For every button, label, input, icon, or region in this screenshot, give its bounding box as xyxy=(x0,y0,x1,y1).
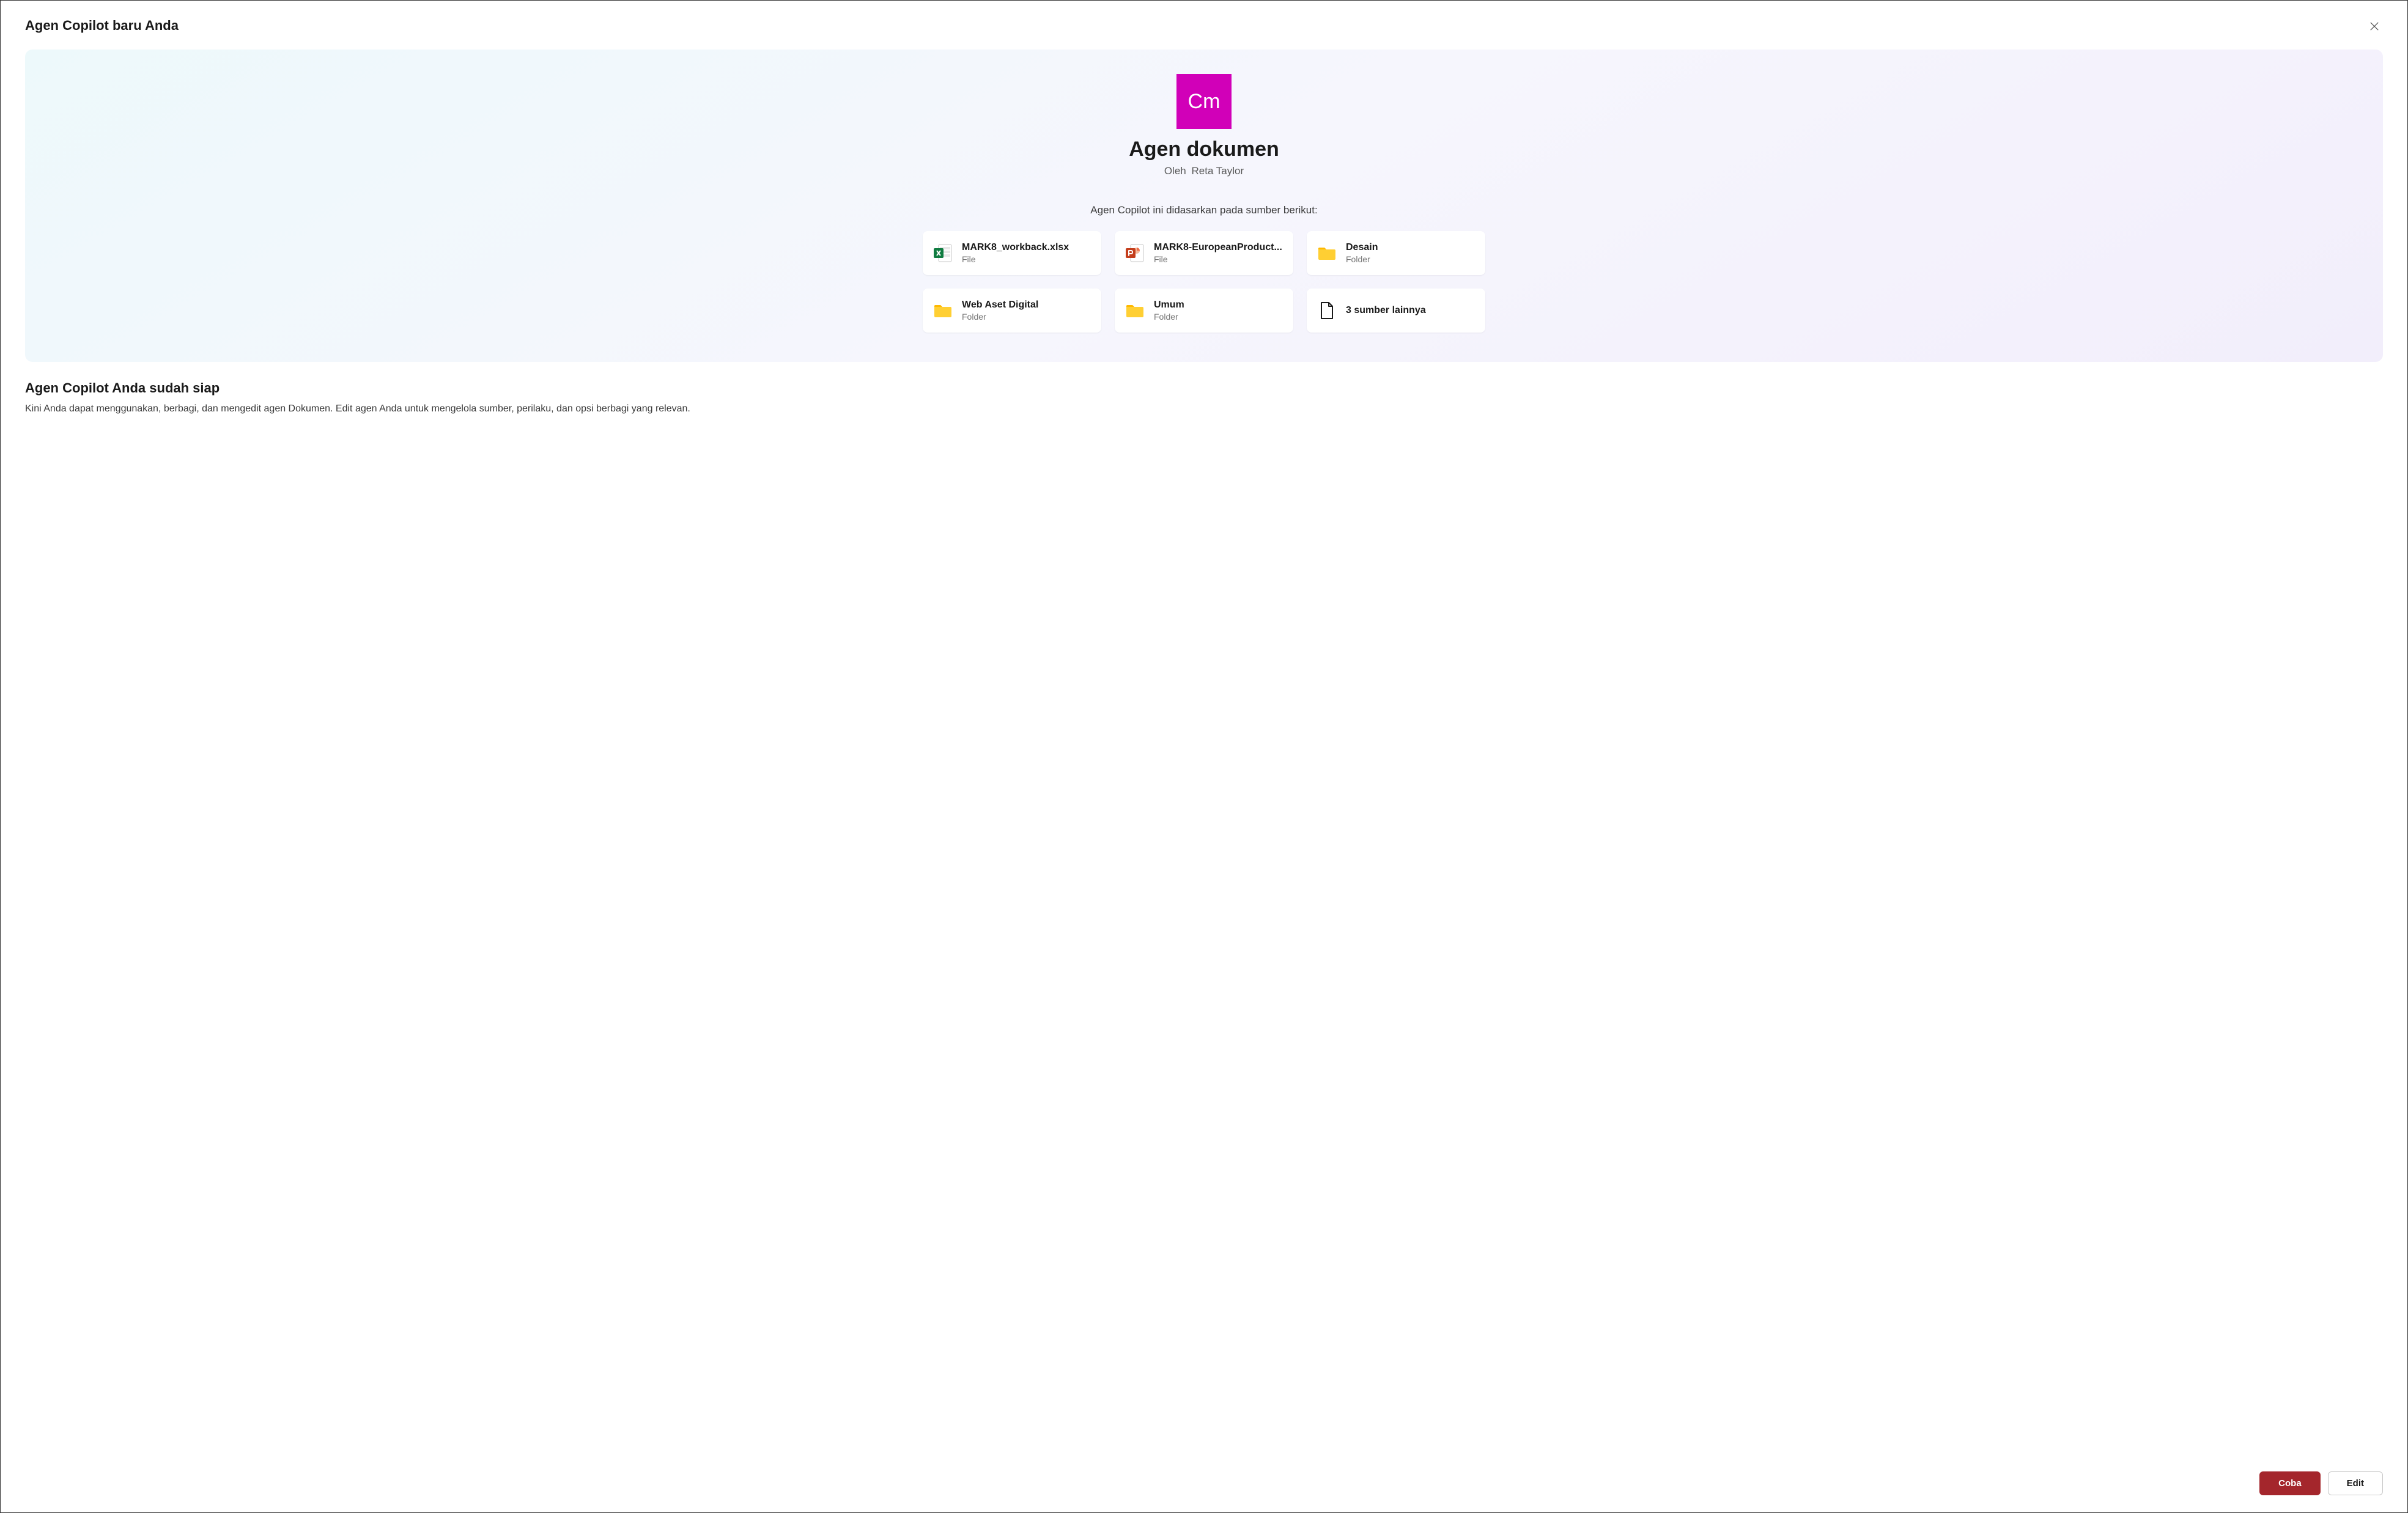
source-type: Folder xyxy=(962,312,1091,322)
document-icon xyxy=(1317,300,1337,321)
footer-actions: Coba Edit xyxy=(25,1435,2383,1495)
agent-avatar-initials: Cm xyxy=(1188,90,1221,114)
author-name: Reta Taylor xyxy=(1191,165,1244,177)
agent-name: Agen dokumen xyxy=(1129,138,1279,161)
source-type: Folder xyxy=(1154,312,1283,322)
ready-section: Agen Copilot Anda sudah siap Kini Anda d… xyxy=(25,380,2383,414)
dialog-title: Agen Copilot baru Anda xyxy=(25,18,179,34)
edit-button[interactable]: Edit xyxy=(2328,1471,2383,1495)
close-icon xyxy=(2368,20,2380,32)
folder-icon xyxy=(933,300,953,321)
source-name: MARK8-EuropeanProduct... xyxy=(1154,242,1283,253)
agent-hero-panel: Cm Agen dokumen Oleh Reta Taylor Agen Co… xyxy=(25,50,2383,362)
try-button[interactable]: Coba xyxy=(2259,1471,2321,1495)
sources-grid: MARK8_workback.xlsx File MARK8-EuropeanP… xyxy=(923,231,1485,333)
ready-title: Agen Copilot Anda sudah siap xyxy=(25,380,2383,396)
author-by-label: Oleh xyxy=(1164,165,1186,177)
source-name: Desain xyxy=(1346,242,1475,253)
source-name: MARK8_workback.xlsx xyxy=(962,242,1091,253)
powerpoint-file-icon xyxy=(1125,243,1145,263)
source-type: File xyxy=(962,254,1091,264)
source-name: Web Aset Digital xyxy=(962,300,1091,311)
folder-icon xyxy=(1317,243,1337,263)
sources-intro: Agen Copilot ini didasarkan pada sumber … xyxy=(1090,204,1317,216)
excel-file-icon xyxy=(933,243,953,263)
more-sources-card[interactable]: 3 sumber lainnya xyxy=(1307,289,1485,333)
folder-icon xyxy=(1125,300,1145,321)
agent-avatar: Cm xyxy=(1176,74,1232,129)
close-button[interactable] xyxy=(2366,18,2383,35)
source-card[interactable]: Desain Folder xyxy=(1307,231,1485,275)
more-sources-label: 3 sumber lainnya xyxy=(1346,305,1475,316)
source-type: File xyxy=(1154,254,1283,264)
source-name: Umum xyxy=(1154,300,1283,311)
source-card[interactable]: MARK8-EuropeanProduct... File xyxy=(1115,231,1293,275)
new-agent-dialog: Agen Copilot baru Anda Cm Agen dokumen O… xyxy=(0,0,2408,1513)
dialog-header: Agen Copilot baru Anda xyxy=(25,18,2383,35)
source-card[interactable]: MARK8_workback.xlsx File xyxy=(923,231,1101,275)
ready-description: Kini Anda dapat menggunakan, berbagi, da… xyxy=(25,403,2383,414)
agent-author-line: Oleh Reta Taylor xyxy=(1164,165,1244,177)
source-card[interactable]: Umum Folder xyxy=(1115,289,1293,333)
source-type: Folder xyxy=(1346,254,1475,264)
source-card[interactable]: Web Aset Digital Folder xyxy=(923,289,1101,333)
